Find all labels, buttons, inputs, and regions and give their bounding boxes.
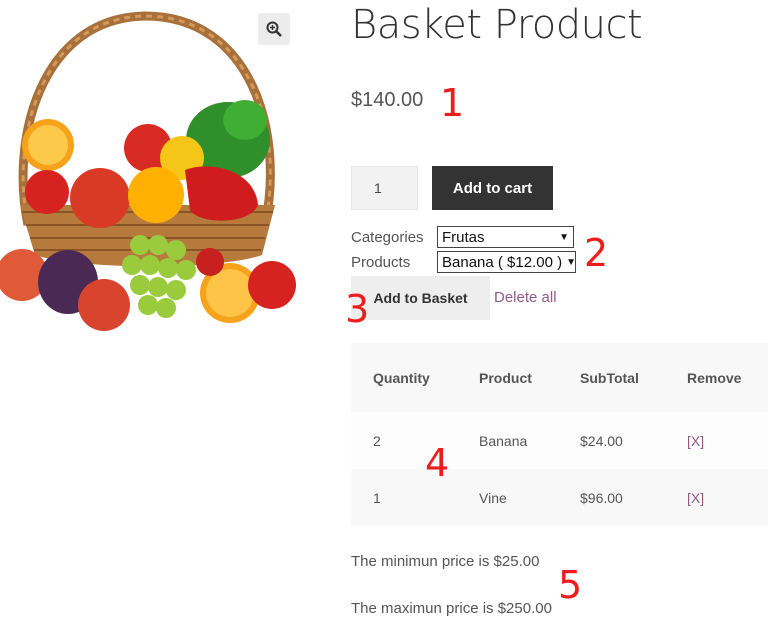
fruit-basket-image bbox=[0, 11, 296, 331]
header-subtotal: SubTotal bbox=[558, 343, 665, 412]
categories-select-value: Frutas bbox=[442, 228, 485, 246]
annotation-3: 3 bbox=[345, 287, 370, 331]
product-image bbox=[0, 0, 300, 340]
cell-remove: [X] bbox=[665, 469, 768, 526]
header-remove: Remove bbox=[665, 343, 768, 412]
maximum-price-text: The maximun price is $250.00 bbox=[351, 600, 552, 617]
zoom-button[interactable] bbox=[258, 13, 290, 45]
cell-product: Vine bbox=[457, 469, 558, 526]
add-to-cart-button[interactable]: Add to cart bbox=[432, 166, 553, 210]
products-select-value: Banana ( $12.00 ) bbox=[442, 253, 563, 271]
cell-subtotal: $24.00 bbox=[558, 412, 665, 469]
products-select[interactable]: Banana ( $12.00 ) ▼ bbox=[437, 251, 576, 273]
remove-link[interactable]: [X] bbox=[687, 490, 704, 506]
delete-all-link[interactable]: Delete all bbox=[494, 289, 557, 306]
product-title: Basket Product bbox=[351, 2, 643, 48]
annotation-1: 1 bbox=[440, 81, 465, 125]
header-product: Product bbox=[457, 343, 558, 412]
table-row: 1 Vine $96.00 [X] bbox=[351, 469, 768, 526]
categories-select[interactable]: Frutas ▼ bbox=[437, 226, 574, 248]
remove-link[interactable]: [X] bbox=[687, 433, 704, 449]
table-header-row: Quantity Product SubTotal Remove bbox=[351, 343, 768, 412]
product-price: $140.00 bbox=[351, 89, 424, 111]
dropdown-arrow-icon: ▼ bbox=[566, 256, 576, 268]
dropdown-arrow-icon: ▼ bbox=[559, 231, 569, 243]
magnifier-plus-icon bbox=[266, 21, 282, 37]
annotation-4: 4 bbox=[425, 441, 450, 485]
quantity-input[interactable] bbox=[351, 166, 418, 210]
cell-subtotal: $96.00 bbox=[558, 469, 665, 526]
basket-table: Quantity Product SubTotal Remove 2 Banan… bbox=[351, 343, 768, 526]
categories-label: Categories bbox=[351, 229, 424, 246]
add-to-basket-button[interactable]: Add to Basket bbox=[351, 276, 490, 320]
header-quantity: Quantity bbox=[351, 343, 457, 412]
annotation-5: 5 bbox=[558, 563, 583, 607]
annotation-2: 2 bbox=[584, 231, 609, 275]
products-label: Products bbox=[351, 254, 411, 271]
minimum-price-text: The minimun price is $25.00 bbox=[351, 553, 540, 570]
cell-remove: [X] bbox=[665, 412, 768, 469]
cell-product: Banana bbox=[457, 412, 558, 469]
table-row: 2 Banana $24.00 [X] bbox=[351, 412, 768, 469]
